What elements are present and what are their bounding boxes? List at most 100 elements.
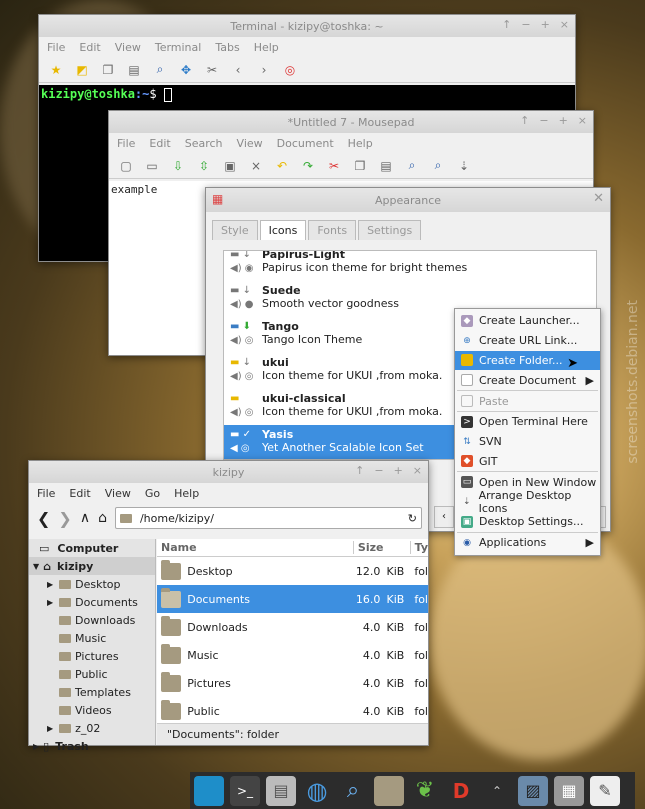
sidebar-item-trash[interactable]: ▶ ▯ Trash	[29, 737, 155, 755]
file-list[interactable]: Name Size Ty Desktop 12.0 KiB fol Documents…	[157, 539, 428, 723]
goto-icon[interactable]: ⇣	[455, 157, 473, 175]
table-row[interactable]: Pictures 4.0 KiB fol	[157, 669, 428, 697]
column-name[interactable]: Name	[157, 541, 354, 554]
close-icon[interactable]: ×	[413, 464, 422, 477]
show-desktop-icon[interactable]	[194, 775, 224, 806]
menu-item-create-folder[interactable]: Create Folder... ➤	[455, 350, 600, 371]
help-icon[interactable]: ◎	[281, 61, 299, 79]
filemanager-titlebar[interactable]: kizipy ↑ − + ×	[29, 461, 428, 483]
new-tab-icon[interactable]: ★	[47, 61, 65, 79]
save-as-icon[interactable]: ⇳	[195, 157, 213, 175]
list-item[interactable]: ▬ ↓ ◀) ◉ Papirus-Light Papirus icon theme f…	[224, 251, 596, 281]
find-icon[interactable]: ⌕	[403, 157, 421, 175]
forward-icon[interactable]: ›	[255, 61, 273, 79]
sidebar-item-kizipy[interactable]: ▼ ⌂ kizipy	[29, 557, 155, 575]
menu-view[interactable]: View	[115, 41, 141, 54]
table-row[interactable]: Music 4.0 KiB fol	[157, 641, 428, 669]
menu-help[interactable]: Help	[174, 487, 199, 500]
text-editor-icon[interactable]: ✎	[590, 775, 620, 806]
redo-icon[interactable]: ↷	[299, 157, 317, 175]
paste-icon[interactable]: ▤	[377, 157, 395, 175]
revert-icon[interactable]: ▣	[221, 157, 239, 175]
expander-icon[interactable]: ▶	[33, 742, 39, 751]
menu-item-open-terminal[interactable]: > Open Terminal Here	[455, 412, 600, 432]
terminal-titlebar[interactable]: Terminal - kizipy@toshka: ~ ↑ − + ×	[39, 15, 575, 37]
expander-icon[interactable]: ▶	[47, 580, 53, 589]
menu-file[interactable]: File	[47, 41, 65, 54]
table-row[interactable]: Public 4.0 KiB fol	[157, 697, 428, 723]
new-window-icon[interactable]: ◩	[73, 61, 91, 79]
menu-help[interactable]: Help	[348, 137, 373, 150]
forward-icon[interactable]: ❯	[58, 509, 71, 528]
close-icon[interactable]: ×	[578, 114, 587, 127]
preferences-icon[interactable]: ✂	[203, 61, 221, 79]
menu-icon[interactable]: ↑	[502, 18, 511, 31]
menu-tabs[interactable]: Tabs	[215, 41, 239, 54]
menu-terminal[interactable]: Terminal	[155, 41, 202, 54]
up-icon[interactable]: ∧	[80, 510, 90, 526]
column-size[interactable]: Size	[354, 541, 411, 554]
sidebar-item-computer[interactable]: ▭ Computer	[29, 539, 155, 557]
back-icon[interactable]: ‹	[229, 61, 247, 79]
home-icon[interactable]: ⌂	[98, 510, 107, 526]
menu-item-applications[interactable]: ◉ Applications ▶	[455, 533, 600, 553]
close-icon[interactable]: ×	[560, 18, 569, 31]
sidebar-item-videos[interactable]: Videos	[29, 701, 155, 719]
column-type[interactable]: Ty	[411, 541, 428, 554]
close-icon[interactable]: ✕	[593, 191, 604, 206]
appearance-titlebar[interactable]: ▦ Appearance ✕	[206, 188, 610, 212]
menu-go[interactable]: Go	[145, 487, 160, 500]
menu-item-git[interactable]: ◆ GIT	[455, 452, 600, 472]
menu-icon[interactable]: ↑	[520, 114, 529, 127]
path-input[interactable]: /home/kizipy/ ↻	[114, 507, 422, 529]
settings-manager-icon[interactable]: ▦	[554, 775, 584, 806]
tab-fonts[interactable]: Fonts	[308, 220, 357, 240]
mousepad-titlebar[interactable]: *Untitled 7 - Mousepad ↑ − + ×	[109, 111, 593, 133]
expander-icon[interactable]: ▼	[33, 562, 39, 571]
cut-icon[interactable]: ✂	[325, 157, 343, 175]
back-icon[interactable]: ❮	[37, 509, 50, 528]
menu-view[interactable]: View	[237, 137, 263, 150]
menu-edit[interactable]: Edit	[79, 41, 100, 54]
sidebar-item-z02[interactable]: ▶ z_02	[29, 719, 155, 737]
menu-help[interactable]: Help	[254, 41, 279, 54]
close-doc-icon[interactable]: ×	[247, 157, 265, 175]
maximize-icon[interactable]: +	[394, 464, 403, 477]
file-manager-icon[interactable]	[374, 775, 404, 806]
sidebar-item-music[interactable]: Music	[29, 629, 155, 647]
sidebar-item-desktop[interactable]: ▶ Desktop	[29, 575, 155, 593]
menu-icon[interactable]: ↑	[355, 464, 364, 477]
expander-icon[interactable]: ▶	[47, 598, 53, 607]
minimize-icon[interactable]: −	[374, 464, 383, 477]
tab-style[interactable]: Style	[212, 220, 258, 240]
open-icon[interactable]: ▭	[143, 157, 161, 175]
image-viewer-icon[interactable]: ▨	[518, 775, 548, 806]
office-icon[interactable]: D	[446, 776, 476, 806]
menu-item-create-launcher[interactable]: ◆ Create Launcher...	[455, 311, 600, 331]
table-row[interactable]: Documents 16.0 KiB fol	[157, 585, 428, 613]
filemanager-window[interactable]: kizipy ↑ − + × File Edit View Go Help ❮ ❯ ∧…	[28, 460, 429, 753]
menu-item-svn[interactable]: ⇅ SVN	[455, 432, 600, 452]
expander-icon[interactable]: ▶	[47, 724, 53, 733]
menu-item-create-document[interactable]: Create Document ▶	[455, 370, 600, 390]
minimize-icon[interactable]: −	[521, 18, 530, 31]
search-icon[interactable]: ⌕	[151, 61, 169, 79]
search-icon[interactable]: ⌕	[338, 776, 368, 806]
menu-item-paste[interactable]: Paste	[455, 391, 600, 411]
menu-document[interactable]: Document	[277, 137, 334, 150]
sidebar-item-documents[interactable]: ▶ Documents	[29, 593, 155, 611]
maximize-icon[interactable]: +	[541, 18, 550, 31]
terminal-icon[interactable]: >_	[230, 775, 260, 806]
copy-icon[interactable]: ❐	[351, 157, 369, 175]
undo-icon[interactable]: ↶	[273, 157, 291, 175]
browser-globe-icon[interactable]: ◍	[302, 776, 332, 806]
help-button[interactable]: ‹	[434, 506, 454, 528]
new-icon[interactable]: ▢	[117, 157, 135, 175]
menu-file[interactable]: File	[37, 487, 55, 500]
menu-view[interactable]: View	[105, 487, 131, 500]
sidebar-item-templates[interactable]: Templates	[29, 683, 155, 701]
table-row[interactable]: Desktop 12.0 KiB fol	[157, 557, 428, 585]
find-replace-icon[interactable]: ⌕	[429, 157, 447, 175]
file-cabinet-icon[interactable]: ▤	[266, 775, 296, 806]
copy-icon[interactable]: ❐	[99, 61, 117, 79]
